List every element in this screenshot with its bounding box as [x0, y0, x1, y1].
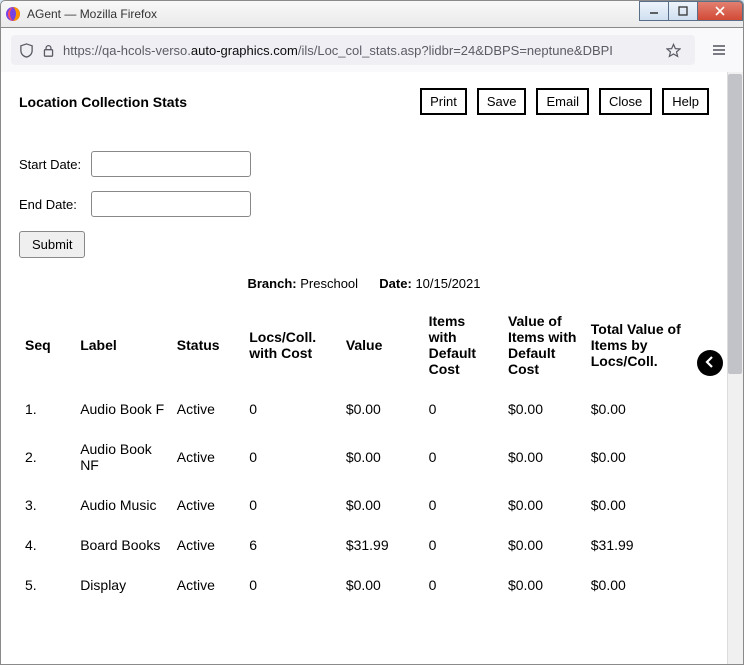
cell-items_default: 0: [423, 565, 502, 605]
table-row: 2.Audio Book NFActive0$0.000$0.00$0.00: [19, 429, 709, 485]
chevron-left-icon: [704, 356, 716, 371]
th-locs-cost: Locs/Coll. with Cost: [243, 301, 340, 389]
cell-status: Active: [171, 485, 243, 525]
cell-value: $0.00: [340, 389, 423, 429]
cell-locs_cost: 6: [243, 525, 340, 565]
content-viewport: Location Collection Stats Print Save Ema…: [0, 72, 744, 665]
branch-label: Branch:: [247, 276, 296, 291]
cell-value_default: $0.00: [502, 389, 585, 429]
cell-seq: 4.: [19, 525, 74, 565]
th-seq: Seq: [19, 301, 74, 389]
cell-total_value: $0.00: [585, 485, 709, 525]
cell-total_value: $31.99: [585, 525, 709, 565]
window-minimize-button[interactable]: [639, 1, 669, 21]
email-button[interactable]: Email: [536, 88, 589, 115]
cell-value: $0.00: [340, 485, 423, 525]
cell-items_default: 0: [423, 429, 502, 485]
th-total-value: Total Value of Items by Locs/Coll.: [585, 301, 709, 389]
table-row: 1.Audio Book FActive0$0.000$0.00$0.00: [19, 389, 709, 429]
th-value: Value: [340, 301, 423, 389]
cell-seq: 1.: [19, 389, 74, 429]
table-header-row: Seq Label Status Locs/Coll. with Cost Va…: [19, 301, 709, 389]
cell-status: Active: [171, 429, 243, 485]
window-titlebar: AGent — Mozilla Firefox: [0, 0, 744, 28]
cell-value_default: $0.00: [502, 429, 585, 485]
th-items-default: Items with Default Cost: [423, 301, 502, 389]
cell-label: Audio Book F: [74, 389, 171, 429]
window-close-button[interactable]: [697, 1, 743, 21]
scrollbar-thumb[interactable]: [728, 74, 742, 374]
cell-value: $31.99: [340, 525, 423, 565]
date-value: 10/15/2021: [415, 276, 480, 291]
start-date-label: Start Date:: [19, 157, 91, 172]
close-button[interactable]: Close: [599, 88, 652, 115]
cell-value_default: $0.00: [502, 485, 585, 525]
cell-status: Active: [171, 389, 243, 429]
th-status: Status: [171, 301, 243, 389]
cell-items_default: 0: [423, 485, 502, 525]
cell-value_default: $0.00: [502, 565, 585, 605]
th-label: Label: [74, 301, 171, 389]
cell-seq: 5.: [19, 565, 74, 605]
cell-locs_cost: 0: [243, 485, 340, 525]
print-button[interactable]: Print: [420, 88, 467, 115]
shield-icon: [19, 43, 34, 58]
url-text: https://qa-hcols-verso.auto-graphics.com…: [63, 43, 651, 58]
table-row: 5.DisplayActive0$0.000$0.00$0.00: [19, 565, 709, 605]
cell-value: $0.00: [340, 565, 423, 605]
cell-seq: 2.: [19, 429, 74, 485]
date-form: Start Date: End Date: Submit: [19, 151, 709, 258]
bookmark-star-icon[interactable]: [659, 36, 687, 64]
cell-total_value: $0.00: [585, 429, 709, 485]
lock-icon: [42, 44, 55, 57]
cell-label: Board Books: [74, 525, 171, 565]
cell-status: Active: [171, 525, 243, 565]
th-value-default: Value of Items with Default Cost: [502, 301, 585, 389]
submit-button[interactable]: Submit: [19, 231, 85, 258]
save-button[interactable]: Save: [477, 88, 527, 115]
cell-value: $0.00: [340, 429, 423, 485]
table-row: 4.Board BooksActive6$31.990$0.00$31.99: [19, 525, 709, 565]
action-buttons: Print Save Email Close Help: [420, 88, 709, 115]
cell-locs_cost: 0: [243, 429, 340, 485]
cell-label: Audio Book NF: [74, 429, 171, 485]
cell-total_value: $0.00: [585, 565, 709, 605]
cell-status: Active: [171, 565, 243, 605]
help-button[interactable]: Help: [662, 88, 709, 115]
table-row: 3.Audio MusicActive0$0.000$0.00$0.00: [19, 485, 709, 525]
hamburger-menu-icon[interactable]: [705, 36, 733, 64]
start-date-input[interactable]: [91, 151, 251, 177]
cell-items_default: 0: [423, 525, 502, 565]
browser-toolbar: https://qa-hcols-verso.auto-graphics.com…: [0, 28, 744, 72]
url-bar[interactable]: https://qa-hcols-verso.auto-graphics.com…: [11, 35, 695, 65]
cell-items_default: 0: [423, 389, 502, 429]
cell-total_value: $0.00: [585, 389, 709, 429]
meta-row: Branch: Preschool Date: 10/15/2021: [19, 276, 709, 291]
end-date-input[interactable]: [91, 191, 251, 217]
firefox-icon: [5, 6, 21, 22]
page-title: Location Collection Stats: [19, 94, 187, 110]
prev-page-button[interactable]: [697, 350, 723, 376]
window-title-text: AGent — Mozilla Firefox: [27, 7, 157, 21]
date-label: Date:: [379, 276, 412, 291]
cell-locs_cost: 0: [243, 565, 340, 605]
branch-value: Preschool: [300, 276, 358, 291]
cell-seq: 3.: [19, 485, 74, 525]
cell-locs_cost: 0: [243, 389, 340, 429]
stats-table: Seq Label Status Locs/Coll. with Cost Va…: [19, 301, 709, 605]
cell-label: Audio Music: [74, 485, 171, 525]
end-date-label: End Date:: [19, 197, 91, 212]
window-maximize-button[interactable]: [668, 1, 698, 21]
vertical-scrollbar[interactable]: [727, 72, 743, 664]
cell-value_default: $0.00: [502, 525, 585, 565]
cell-label: Display: [74, 565, 171, 605]
